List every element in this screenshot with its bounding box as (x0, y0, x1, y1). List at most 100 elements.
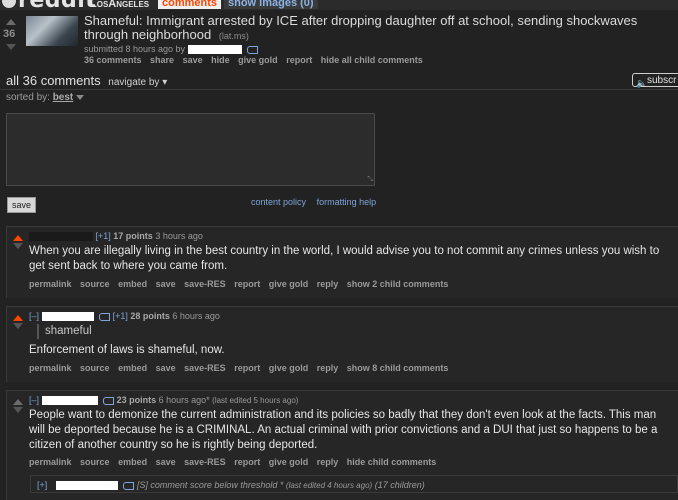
dropdown-arrow-icon[interactable] (76, 94, 85, 100)
hide-all-child-comments-link[interactable]: hide all child comments (321, 55, 423, 65)
user-tag-icon[interactable] (99, 312, 111, 321)
collapsed-comment-line: [+] [S] comment score below threshold * … (37, 480, 425, 491)
permalink-link[interactable]: permalink (29, 279, 72, 289)
expand-toggle[interactable]: [+1] (96, 231, 111, 241)
report-link[interactable]: report (234, 457, 260, 467)
report-link[interactable]: report (286, 55, 312, 65)
comments-link[interactable]: 36 comments (84, 55, 142, 65)
chevron-down-icon[interactable]: ▾ (162, 77, 167, 88)
save-link[interactable]: save (156, 363, 176, 373)
tab-comments[interactable]: comments (158, 0, 222, 9)
comment-time: 6 hours ago (172, 311, 220, 321)
user-tag-icon[interactable] (103, 396, 115, 405)
resize-grip-icon[interactable]: ⤡ (367, 176, 373, 184)
comment-body: Enforcement of laws is shameful, now. (29, 344, 225, 356)
speaker-icon: 🔈 (636, 78, 648, 88)
user-tag-icon[interactable] (123, 481, 135, 490)
post-submitted-text: submitted 8 hours ago by (84, 44, 186, 54)
comment-1: [+1] 17 points 3 hours ago When you are … (6, 226, 678, 298)
save-res-link[interactable]: save-RES (184, 279, 226, 289)
comment-textarea[interactable]: ⤡ (6, 113, 375, 186)
reply-link[interactable]: reply (317, 363, 339, 373)
comment-header: [–] [+1] 28 points 6 hours ago (29, 311, 220, 322)
upvote-arrow-icon[interactable] (13, 315, 23, 321)
comment-vote (13, 233, 23, 251)
comment-action-links: permalink source embed save save-RES rep… (29, 279, 454, 289)
sorted-by-label: sorted by: (6, 92, 50, 103)
comment-vote (13, 313, 23, 331)
sort-value-dropdown[interactable]: best (53, 92, 74, 103)
upvote-arrow-icon[interactable] (6, 19, 16, 25)
embed-link[interactable]: embed (118, 363, 147, 373)
navigate-by-menu[interactable]: navigate by ▾ (108, 77, 167, 88)
give-gold-link[interactable]: give gold (269, 363, 309, 373)
upvote-arrow-icon[interactable] (13, 399, 23, 405)
children-count: (17 children) (374, 480, 425, 490)
collapse-toggle[interactable]: [–] (29, 395, 39, 405)
comment-2: [–] [+1] 28 points 6 hours ago shameful … (6, 306, 678, 382)
post-entry: 36 Shameful: Immigrant arrested by ICE a… (0, 12, 678, 68)
tab-show-images[interactable]: show images (0) (224, 0, 318, 9)
user-tag-icon[interactable] (247, 45, 259, 54)
report-link[interactable]: report (234, 279, 260, 289)
comment-time: 6 hours ago* (158, 395, 210, 405)
redacted-username (55, 481, 118, 491)
site-logo[interactable]: reddit (18, 0, 96, 10)
reply-policy-links: content policy formatting help (251, 197, 384, 207)
source-link[interactable]: source (80, 363, 110, 373)
give-gold-link[interactable]: give gold (269, 279, 309, 289)
expand-toggle[interactable]: [+] (37, 480, 47, 490)
share-link[interactable]: share (150, 55, 174, 65)
downvote-arrow-icon[interactable] (13, 407, 23, 413)
embed-link[interactable]: embed (118, 279, 147, 289)
formatting-help-link[interactable]: formatting help (317, 197, 377, 207)
downvote-arrow-icon[interactable] (13, 323, 23, 329)
redacted-username (29, 232, 93, 242)
navigate-by-label[interactable]: navigate by (108, 77, 159, 88)
comments-header: all 36 comments navigate by ▾ 🔈 subscr (0, 72, 678, 89)
comment-action-links: permalink source embed save save-RES rep… (29, 457, 442, 467)
source-link[interactable]: source (80, 457, 110, 467)
post-title-text[interactable]: Shameful: Immigrant arrested by ICE afte… (84, 13, 637, 42)
comment-body: When you are illegally living in the bes… (29, 245, 660, 272)
permalink-link[interactable]: permalink (29, 363, 72, 373)
downvote-arrow-icon[interactable] (13, 243, 23, 249)
hide-child-comments-link[interactable]: hide child comments (347, 457, 437, 467)
upvote-arrow-icon[interactable] (13, 235, 23, 241)
save-res-link[interactable]: save-RES (184, 363, 226, 373)
comment-time: 3 hours ago (155, 231, 203, 241)
downvote-arrow-icon[interactable] (6, 44, 16, 50)
save-link[interactable]: save (156, 279, 176, 289)
reply-link[interactable]: reply (317, 457, 339, 467)
reply-link[interactable]: reply (317, 279, 339, 289)
sort-selector: sorted by: best (6, 92, 85, 103)
subscribe-button[interactable]: 🔈 subscr (632, 73, 678, 88)
give-gold-link[interactable]: give gold (238, 55, 278, 65)
subreddit-name[interactable]: LosAngeles (90, 0, 149, 10)
give-gold-link[interactable]: give gold (269, 457, 309, 467)
content-policy-link[interactable]: content policy (251, 197, 306, 207)
redacted-username (41, 396, 98, 406)
expand-toggle[interactable]: [+1] (113, 311, 128, 321)
report-link[interactable]: report (234, 363, 260, 373)
save-link[interactable]: save (183, 55, 203, 65)
reddit-alien-icon[interactable] (2, 0, 16, 8)
permalink-link[interactable]: permalink (29, 457, 72, 467)
save-res-link[interactable]: save-RES (184, 457, 226, 467)
hide-link[interactable]: hide (211, 55, 230, 65)
comment-points: 17 points (113, 231, 153, 241)
save-button[interactable]: save (7, 197, 37, 213)
subscribe-label[interactable]: subscr (647, 75, 676, 86)
post-thumbnail[interactable] (26, 16, 78, 46)
post-title[interactable]: Shameful: Immigrant arrested by ICE afte… (84, 14, 674, 43)
save-link[interactable]: save (156, 457, 176, 467)
post-domain[interactable]: (lat.ms) (219, 31, 249, 41)
embed-link[interactable]: embed (118, 457, 147, 467)
collapse-toggle[interactable]: [–] (29, 311, 39, 321)
show-child-comments-link[interactable]: show 2 child comments (347, 279, 449, 289)
collapsed-comment: [+] [S] comment score below threshold * … (30, 475, 678, 493)
redacted-username (187, 45, 242, 55)
show-child-comments-link[interactable]: show 8 child comments (347, 363, 449, 373)
source-link[interactable]: source (80, 279, 110, 289)
post-action-links: 36 comments share save hide give gold re… (84, 55, 429, 65)
